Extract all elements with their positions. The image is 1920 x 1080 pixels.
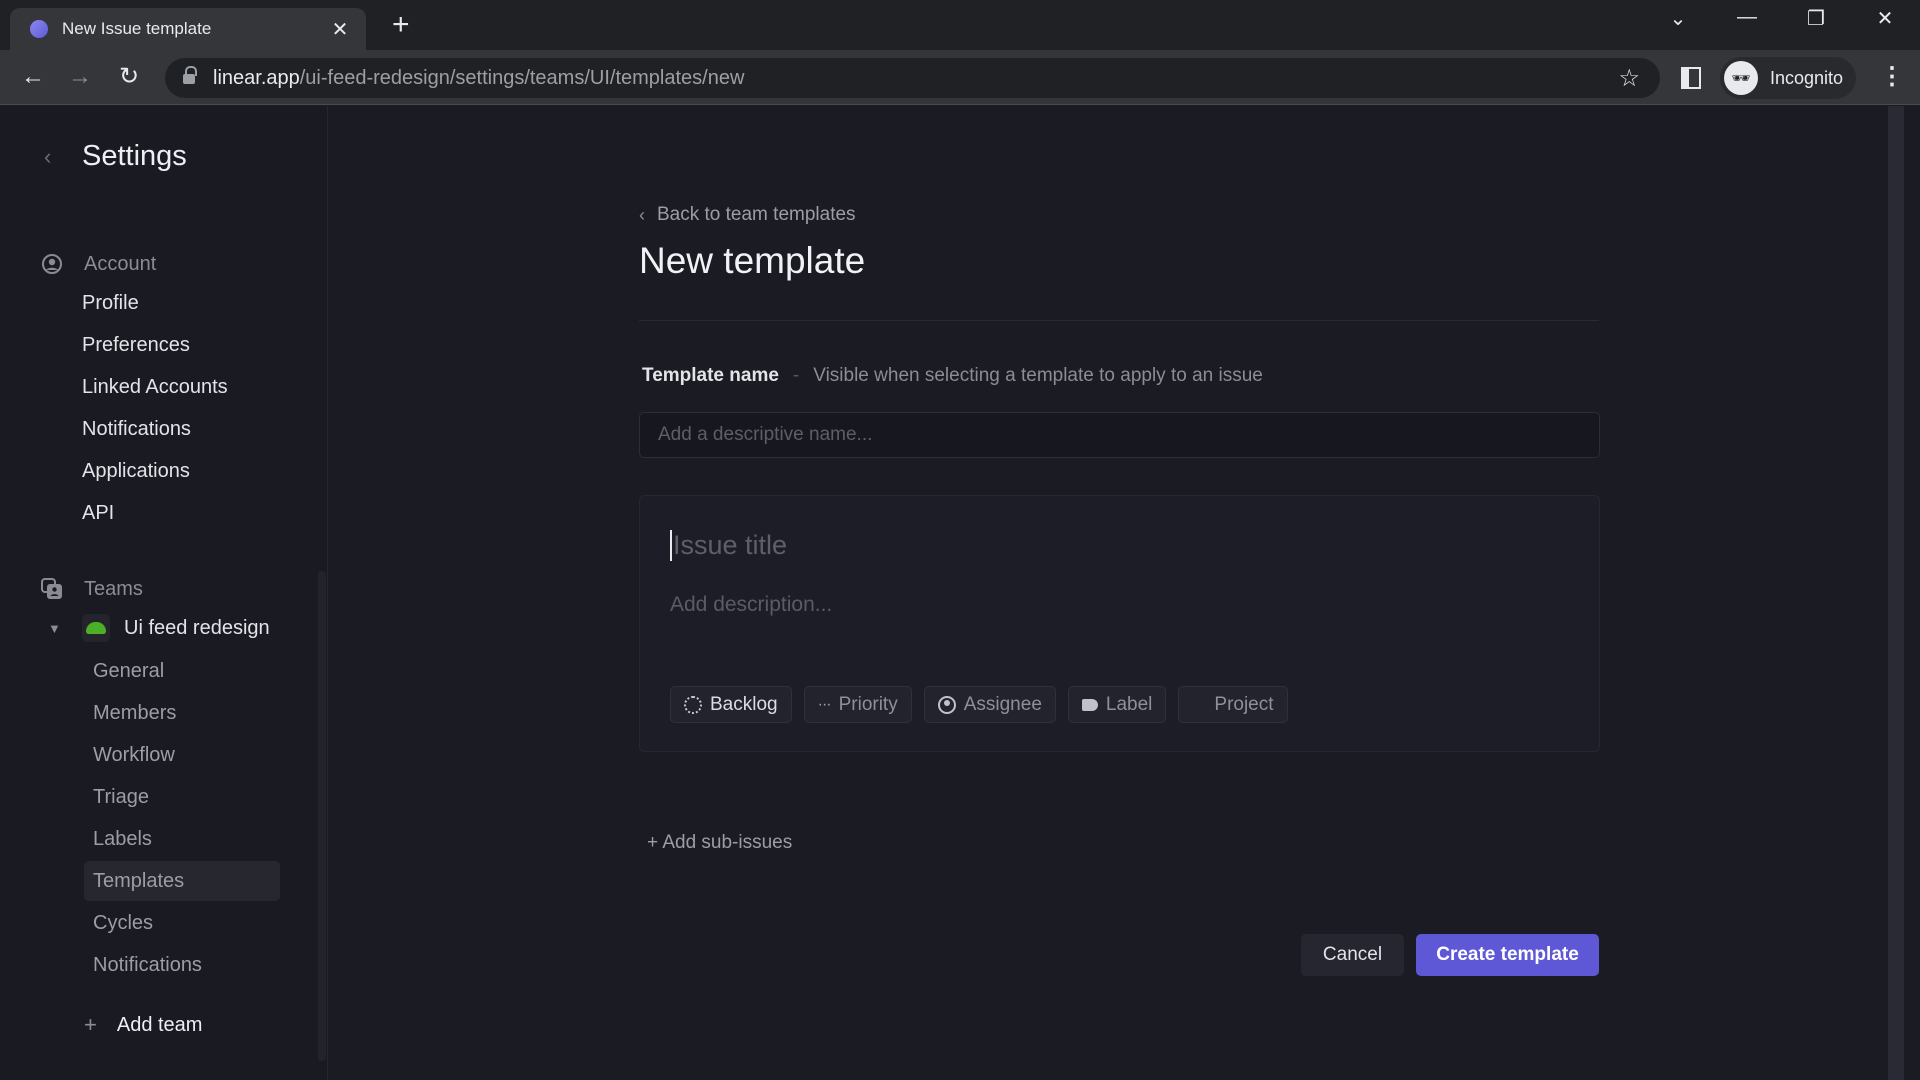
lock-icon [183,66,197,85]
new-tab-button[interactable]: + [392,10,410,40]
page-title: New template [639,240,866,281]
backlog-status-icon [684,695,702,714]
side-panel-icon[interactable] [1681,67,1701,89]
incognito-profile-button[interactable]: 🕶 Incognito [1720,57,1856,99]
assignee-chip[interactable]: Assignee [923,686,1056,723]
browser-menu-icon[interactable]: ⋮ [1880,62,1904,91]
sidebar-back-chevron-icon[interactable]: ‹ [44,144,51,170]
sidebar-item-triage[interactable]: Triage [84,777,280,817]
teams-section-header: Teams [40,577,143,601]
account-section-header: Account [40,252,156,276]
status-backlog-chip[interactable]: Backlog [670,686,792,723]
settings-sidebar: ‹ Settings Account Profile Preferences L… [0,106,328,1080]
issue-template-editor: Issue title Add description... Backlog ·… [639,495,1600,752]
sidebar-item-workflow[interactable]: Workflow [84,735,280,775]
assignee-icon [937,695,956,714]
back-link-label: Back to team templates [657,204,856,225]
priority-icon: ··· [817,695,832,713]
label-chip[interactable]: Label [1067,686,1167,723]
teams-icon [41,578,62,599]
back-to-team-templates-link[interactable]: ‹ Back to team templates [639,204,856,226]
address-bar[interactable]: linear.app/ui-feed-redesign/settings/tea… [165,58,1660,98]
back-arrow-icon[interactable]: ← [16,62,50,94]
header-divider [639,320,1599,321]
close-tab-icon[interactable]: ✕ [328,17,352,42]
issue-description-input[interactable]: Add description... [670,593,832,617]
linear-favicon-icon [30,20,48,38]
teams-section-label: Teams [84,577,143,600]
add-team-label: Add team [116,1013,203,1036]
issue-title-input[interactable]: Issue title [670,530,787,561]
cancel-button[interactable]: Cancel [1301,934,1404,976]
sidebar-item-team-notifications[interactable]: Notifications [84,945,280,985]
reload-icon[interactable]: ↻ [112,62,146,94]
incognito-icon: 🕶 [1724,61,1758,95]
collapse-caret-icon[interactable]: ▼ [48,621,68,636]
project-chip[interactable]: Project [1178,686,1288,723]
sidebar-item-linked-accounts[interactable]: Linked Accounts [82,376,228,399]
linear-app: ‹ Settings Account Profile Preferences L… [0,106,1920,1080]
sidebar-title: Settings [82,140,187,172]
template-name-label: Template name [642,365,779,386]
add-team-button[interactable]: + Add team [84,1012,202,1038]
tab-title: New Issue template [62,19,212,38]
chip-label: Priority [838,693,898,715]
sidebar-item-profile[interactable]: Profile [82,292,139,315]
account-section-label: Account [84,252,157,275]
chevron-left-icon: ‹ [639,204,645,225]
tab-search-chevron-icon[interactable]: ⌄ [1658,6,1698,31]
sidebar-item-applications[interactable]: Applications [82,460,190,483]
project-grid-icon [1192,698,1206,712]
chip-label: Label [1105,693,1153,715]
url-path: /ui-feed-redesign/settings/teams/UI/temp… [299,66,745,89]
sidebar-scrollbar[interactable] [318,571,326,1061]
plus-icon: + [84,1012,97,1037]
chip-label: Backlog [710,693,778,715]
team-ui-feed-redesign[interactable]: ▼ Ui feed redesign [48,614,270,642]
chip-label: Assignee [963,693,1042,715]
create-template-button[interactable]: Create template [1416,934,1599,976]
template-name-hint: Visible when selecting a template to app… [813,365,1263,386]
issue-property-chips: Backlog ··· Priority Assignee Label Proj… [670,686,1288,723]
template-name-field-label: Template name - Visible when selecting a… [642,365,1263,387]
add-sub-issues-button[interactable]: + Add sub-issues [647,832,792,854]
url-host: linear.app [213,66,300,89]
label-tag-icon [1081,698,1098,711]
label-separator: - [792,365,800,386]
sidebar-item-general[interactable]: General [84,651,280,691]
browser-toolbar: ← → ↻ linear.app/ui-feed-redesign/settin… [0,50,1920,105]
sidebar-item-labels[interactable]: Labels [84,819,280,859]
sidebar-item-templates[interactable]: Templates [84,861,280,901]
account-circle-icon [42,254,62,274]
forward-arrow-icon[interactable]: → [63,62,97,94]
incognito-label: Incognito [1770,67,1844,88]
sidebar-item-account-notifications[interactable]: Notifications [82,418,191,441]
chip-label: Project [1214,693,1274,715]
sidebar-item-preferences[interactable]: Preferences [82,334,190,357]
browser-tab-bar: New Issue template ✕ + ⌄ — ❐ ✕ [0,0,1920,50]
bookmark-star-icon[interactable]: ☆ [1618,64,1640,93]
sidebar-item-cycles[interactable]: Cycles [84,903,280,943]
restore-window-button[interactable]: ❐ [1796,6,1836,31]
close-window-button[interactable]: ✕ [1865,6,1905,31]
sidebar-item-api[interactable]: API [82,502,114,525]
browser-tab[interactable]: New Issue template ✕ [10,8,366,50]
main-scrollbar[interactable] [1888,106,1904,1080]
minimize-window-button[interactable]: — [1727,6,1767,29]
template-name-input[interactable] [639,412,1600,458]
team-name: Ui feed redesign [124,616,270,639]
team-cloud-icon [82,614,110,642]
main-content: ‹ Back to team templates New template Te… [329,106,1904,1080]
priority-chip[interactable]: ··· Priority [803,686,912,723]
sidebar-item-members[interactable]: Members [84,693,280,733]
